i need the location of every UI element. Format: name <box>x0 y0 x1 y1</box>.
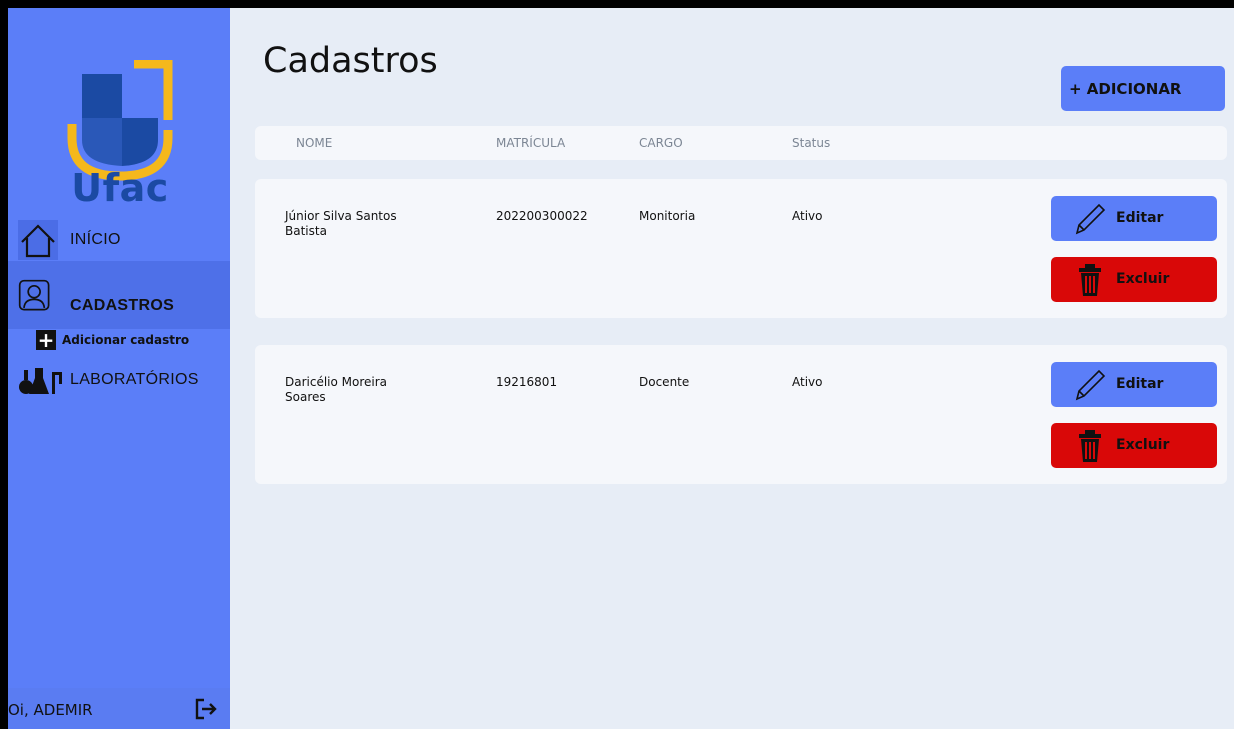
cell-matricula: 19216801 <box>496 375 558 389</box>
sidebar-subitem-adicionar[interactable]: + Adicionar cadastro <box>36 330 189 350</box>
brand-name: Ufac <box>71 166 169 210</box>
sidebar-item-laboratorios[interactable]: LABORATÓRIOS <box>8 356 230 404</box>
sidebar: Ufac INÍCIO CADASTROS + Adicionar cadast… <box>8 8 230 729</box>
sidebar-item-label: INÍCIO <box>70 231 121 248</box>
table-row: Daricélio Moreira Soares 19216801 Docent… <box>255 345 1227 484</box>
main-content: Cadastros + ADICIONAR NOME MATRÍCULA CAR… <box>230 8 1234 729</box>
cell-cargo: Monitoria <box>639 209 696 223</box>
sidebar-item-label: CADASTROS <box>70 297 175 314</box>
cell-matricula: 202200300022 <box>496 209 588 223</box>
cell-nome: Júnior Silva Santos Batista <box>285 209 397 238</box>
edit-button-label: Editar <box>1116 376 1164 392</box>
sidebar-item-label: LABORATÓRIOS <box>70 371 199 388</box>
delete-button-label: Excluir <box>1116 437 1170 453</box>
column-header-cargo: CARGO <box>639 136 683 150</box>
cell-status: Ativo <box>792 375 823 389</box>
plus-icon: + <box>36 328 56 352</box>
table-header: NOME MATRÍCULA CARGO Status <box>255 126 1227 160</box>
edit-button-label: Editar <box>1116 210 1164 226</box>
edit-button[interactable]: Editar <box>1051 196 1217 241</box>
edit-button[interactable]: Editar <box>1051 362 1217 407</box>
pencil-icon <box>1075 369 1106 401</box>
add-button-label: + ADICIONAR <box>1069 79 1182 98</box>
column-header-nome: NOME <box>296 136 333 150</box>
trash-icon <box>1079 430 1101 462</box>
sidebar-subitem-label: Adicionar cadastro <box>62 333 190 347</box>
lab-icon <box>19 368 62 394</box>
user-bar: Oi, ADEMIR <box>8 688 230 729</box>
delete-button-label: Excluir <box>1116 271 1170 287</box>
home-icon <box>18 220 58 260</box>
user-icon <box>18 279 50 311</box>
cell-cargo: Docente <box>639 375 690 389</box>
user-greeting: Oi, ADEMIR <box>8 701 93 719</box>
delete-button[interactable]: Excluir <box>1051 257 1217 302</box>
trash-icon <box>1079 264 1101 296</box>
delete-button[interactable]: Excluir <box>1051 423 1217 468</box>
sidebar-item-cadastros[interactable]: CADASTROS <box>8 261 230 329</box>
sidebar-item-inicio[interactable]: INÍCIO <box>8 216 230 264</box>
table-row: Júnior Silva Santos Batista 202200300022… <box>255 179 1227 318</box>
cell-status: Ativo <box>792 209 823 223</box>
column-header-matricula: MATRÍCULA <box>496 136 566 150</box>
column-header-status: Status <box>792 136 831 150</box>
logout-icon[interactable] <box>195 698 217 720</box>
add-button[interactable]: + ADICIONAR <box>1061 66 1225 111</box>
cell-nome: Daricélio Moreira Soares <box>285 375 388 404</box>
pencil-icon <box>1075 203 1106 235</box>
page-title: Cadastros <box>263 41 438 81</box>
